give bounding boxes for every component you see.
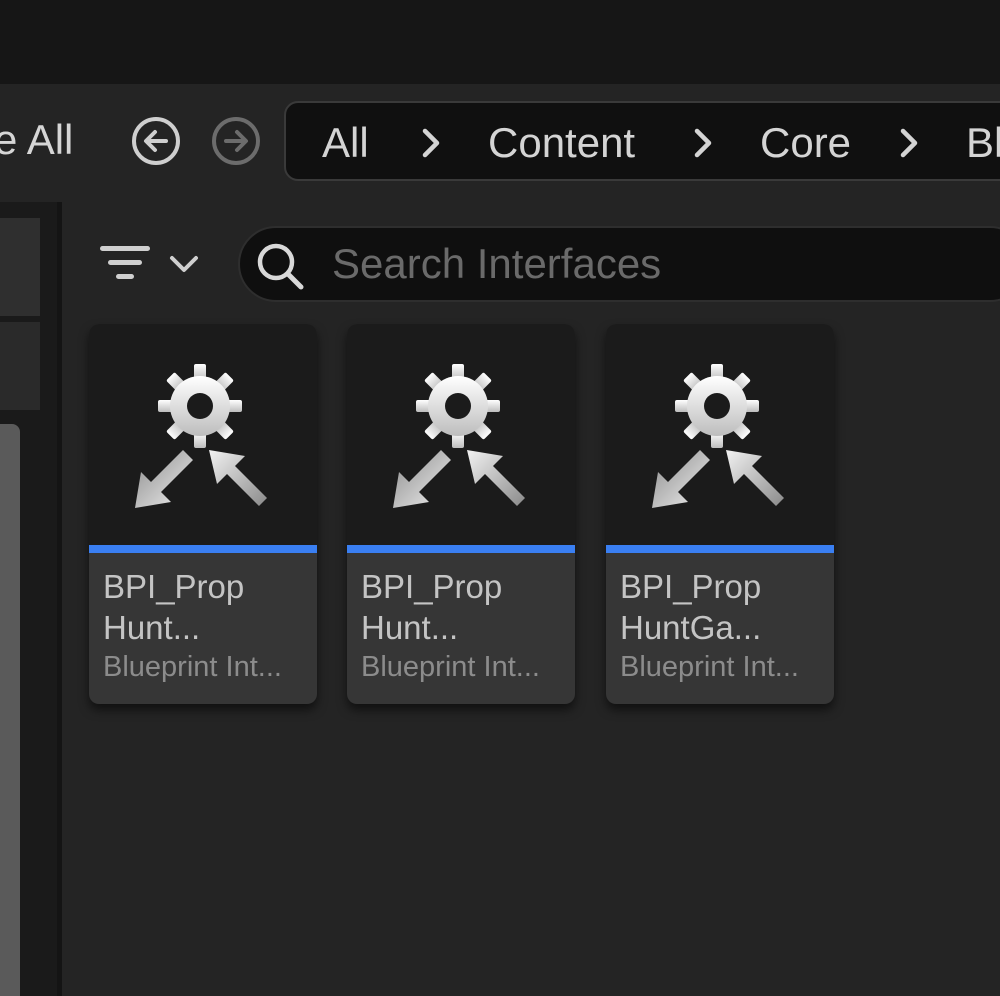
- asset-thumbnail: [606, 324, 834, 545]
- asset-type-bar: [606, 545, 834, 553]
- search-box[interactable]: [238, 226, 1000, 302]
- asset-type-label: Blueprint Int...: [620, 651, 799, 683]
- asset-name: BPI_Prop HuntGa...: [620, 568, 762, 646]
- filter-button[interactable]: [98, 236, 208, 292]
- breadcrumb-item-blueprints[interactable]: Bl: [966, 119, 1000, 167]
- sources-panel-scrollbar[interactable]: [0, 424, 20, 996]
- asset-name: BPI_Prop Hunt...: [103, 568, 245, 646]
- asset-type-label: Blueprint Int...: [103, 651, 282, 683]
- save-all-button[interactable]: e All: [0, 116, 73, 164]
- sources-panel-item[interactable]: [0, 322, 40, 410]
- sources-panel-header[interactable]: [0, 218, 40, 316]
- top-band: [0, 0, 1000, 84]
- history-back-button[interactable]: [130, 115, 182, 167]
- chevron-right-icon[interactable]: [894, 125, 924, 161]
- asset-name: BPI_Prop Hunt...: [361, 568, 503, 646]
- breadcrumb: All Content Core Bl: [284, 101, 1000, 181]
- breadcrumb-item-core[interactable]: Core: [760, 119, 851, 167]
- breadcrumb-item-all[interactable]: All: [322, 119, 369, 167]
- content-browser: e All All Content Core Bl Search Interfa…: [0, 0, 1000, 996]
- chevron-right-icon[interactable]: [416, 125, 446, 161]
- blueprint-interface-icon: [393, 364, 525, 508]
- chevron-down-icon: [170, 256, 198, 272]
- asset-type-bar: [89, 545, 317, 553]
- asset-tile[interactable]: BPI_Prop Hunt... Blueprint Int...: [347, 324, 575, 704]
- asset-thumbnail: [89, 324, 317, 545]
- asset-type-label: Blueprint Int...: [361, 651, 540, 683]
- arrow-left-circle-icon: [132, 117, 180, 165]
- asset-type-bar: [347, 545, 575, 553]
- arrow-right-circle-icon: [212, 117, 260, 165]
- history-forward-button[interactable]: [210, 115, 262, 167]
- search-input[interactable]: [332, 238, 1000, 290]
- asset-thumbnail: [347, 324, 575, 545]
- search-icon: [257, 243, 304, 290]
- blueprint-interface-icon: [135, 364, 267, 508]
- asset-tile[interactable]: BPI_Prop HuntGa... Blueprint Int...: [606, 324, 834, 704]
- breadcrumb-item-content[interactable]: Content: [488, 119, 635, 167]
- chevron-right-icon[interactable]: [688, 125, 718, 161]
- blueprint-interface-icon: [652, 364, 784, 508]
- asset-tile[interactable]: BPI_Prop Hunt... Blueprint Int...: [89, 324, 317, 704]
- filter-icon: [100, 246, 150, 279]
